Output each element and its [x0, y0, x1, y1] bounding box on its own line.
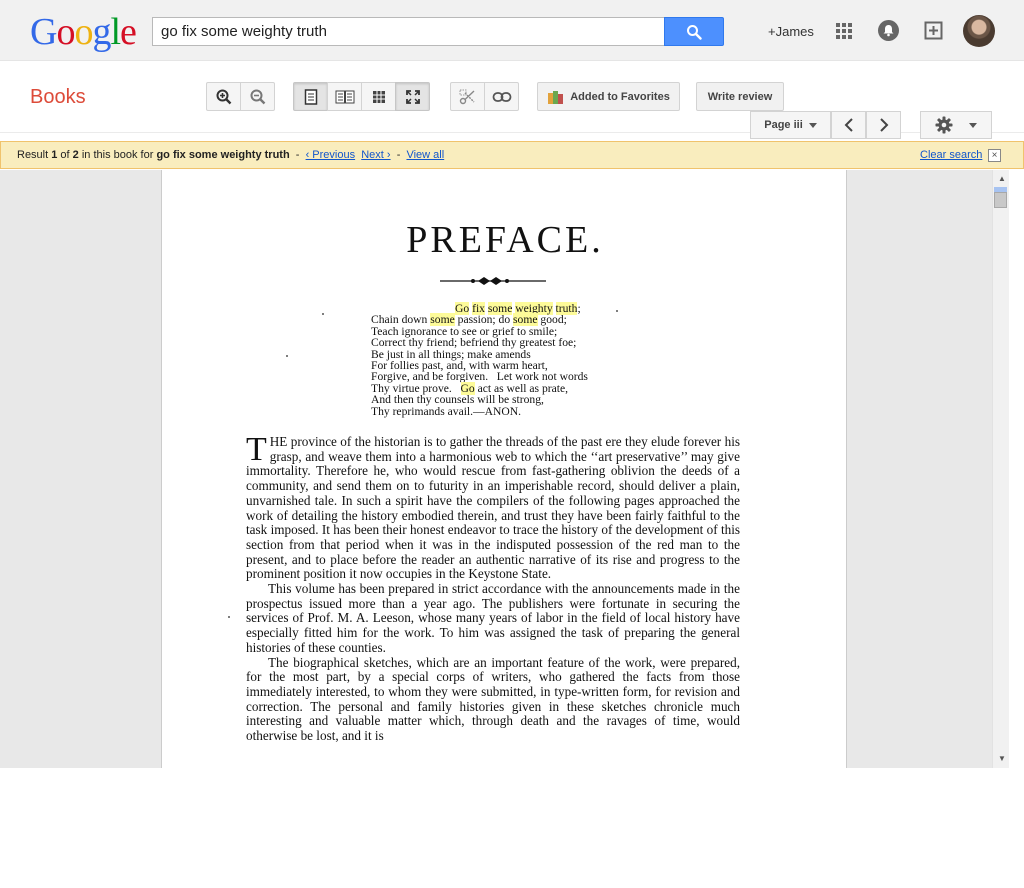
previous-result-link[interactable]: ‹ Previous	[306, 149, 356, 161]
zoom-in-icon	[216, 89, 231, 104]
scroll-down-arrow-icon[interactable]: ▼	[998, 754, 1006, 763]
link-button[interactable]	[484, 82, 519, 111]
poem-line: And then thy counsels will be strong,	[371, 393, 544, 407]
next-result-link[interactable]: Next ›	[361, 149, 390, 161]
result-middle: in this book for	[78, 149, 157, 161]
thumbnails-view-button[interactable]	[361, 82, 396, 111]
single-page-icon	[304, 88, 317, 105]
blank-area	[0, 768, 1024, 888]
favorites-button[interactable]: Added to Favorites	[537, 82, 680, 111]
previous-page-button[interactable]	[831, 111, 866, 139]
fullscreen-icon	[405, 89, 420, 104]
search-icon	[687, 24, 702, 40]
zoom-controls	[206, 82, 275, 111]
apps-grid-icon[interactable]	[836, 23, 852, 39]
two-page-view-button[interactable]	[327, 82, 362, 111]
zoom-out-button[interactable]	[240, 82, 275, 111]
scan-speck	[616, 310, 618, 312]
search-input[interactable]	[152, 17, 665, 46]
favorites-label: Added to Favorites	[570, 90, 670, 103]
chevron-left-icon	[844, 118, 853, 132]
clip-button[interactable]	[450, 82, 485, 111]
clip-link-controls	[450, 82, 519, 111]
logo-letter: g	[92, 11, 111, 53]
clear-search-link[interactable]: Clear search	[920, 149, 982, 161]
result-of: of	[57, 149, 73, 161]
scrollbar-track[interactable]	[992, 170, 1009, 768]
scroll-up-arrow-icon[interactable]: ▲	[998, 174, 1006, 183]
book-page: PREFACE. Go fix some weighty truth; Chain…	[161, 170, 847, 768]
user-profile-link[interactable]: +James	[768, 24, 814, 39]
viewer-scrollbar[interactable]: ▲ ▼	[992, 170, 1024, 768]
chevron-down-icon	[969, 122, 977, 128]
google-books-window: Google +James Books	[0, 0, 1024, 888]
search-button[interactable]	[664, 17, 724, 46]
result-query: go fix some weighty truth	[156, 149, 290, 161]
poem-line: Correct thy friend; befriend thy greates…	[371, 336, 577, 350]
view-mode-controls	[293, 82, 430, 111]
next-page-button[interactable]	[866, 111, 901, 139]
paragraph-text: HE province of the historian is to gathe…	[246, 434, 740, 582]
paragraph: T HE province of the historian is to gath…	[246, 431, 740, 582]
paragraph: The biographical sketches, which are an …	[246, 654, 740, 744]
scissors-icon	[459, 89, 474, 104]
scan-speck	[286, 355, 288, 357]
logo-letter: o	[74, 11, 93, 53]
poem-text: ;	[577, 302, 581, 315]
settings-button[interactable]	[920, 111, 992, 139]
preface-body: T HE province of the historian is to gath…	[246, 431, 740, 744]
link-icon	[492, 91, 511, 102]
books-stack-icon	[548, 90, 564, 104]
result-prefix: Result	[17, 149, 52, 161]
fullscreen-button[interactable]	[395, 82, 430, 111]
logo-letter: l	[110, 11, 121, 53]
logo-letter: o	[56, 11, 75, 53]
search-result-bar: Result 1 of 2 in this book for go fix so…	[0, 141, 1024, 169]
chevron-right-icon	[879, 118, 888, 132]
view-all-link[interactable]: View all	[406, 149, 444, 161]
scan-speck	[228, 616, 230, 618]
write-review-label: Write review	[707, 90, 773, 103]
two-page-icon	[335, 90, 354, 103]
epigraph-poem: Go fix some weighty truth; Chain down som…	[371, 302, 588, 418]
thumbnails-icon	[372, 90, 385, 103]
poem-line: Thy reprimands avail.—ANON.	[371, 404, 522, 418]
page-title: PREFACE.	[406, 219, 604, 261]
books-section-title[interactable]: Books	[30, 86, 86, 109]
drop-cap: T	[246, 431, 267, 468]
zoom-in-button[interactable]	[206, 82, 241, 111]
top-bar: Google +James	[0, 0, 1024, 61]
plus-box-icon[interactable]	[924, 21, 943, 40]
result-separator: -	[390, 149, 407, 161]
avatar[interactable]	[963, 15, 995, 47]
write-review-button[interactable]: Write review	[696, 82, 784, 111]
paragraph: This volume has been prepared in strict …	[246, 581, 740, 655]
close-icon[interactable]: ×	[988, 149, 1001, 162]
ornament-divider-icon	[440, 277, 546, 285]
page-select-button[interactable]: Page iii	[750, 111, 831, 139]
bell-icon[interactable]	[878, 20, 899, 41]
google-logo[interactable]: Google	[30, 11, 137, 53]
logo-letter: G	[30, 11, 57, 53]
gear-icon	[935, 116, 953, 134]
zoom-out-icon	[250, 89, 265, 104]
scrollbar-thumb[interactable]	[994, 192, 1007, 208]
result-summary: Result 1 of 2 in this book for go fix so…	[17, 149, 444, 161]
logo-letter: e	[120, 11, 137, 53]
page-select-label: Page iii	[764, 119, 803, 131]
single-page-view-button[interactable]	[293, 82, 328, 111]
result-separator: -	[289, 149, 306, 161]
scan-speck	[322, 313, 324, 315]
chevron-down-icon	[808, 122, 817, 128]
book-viewer[interactable]: PREFACE. Go fix some weighty truth; Chain…	[0, 170, 992, 768]
